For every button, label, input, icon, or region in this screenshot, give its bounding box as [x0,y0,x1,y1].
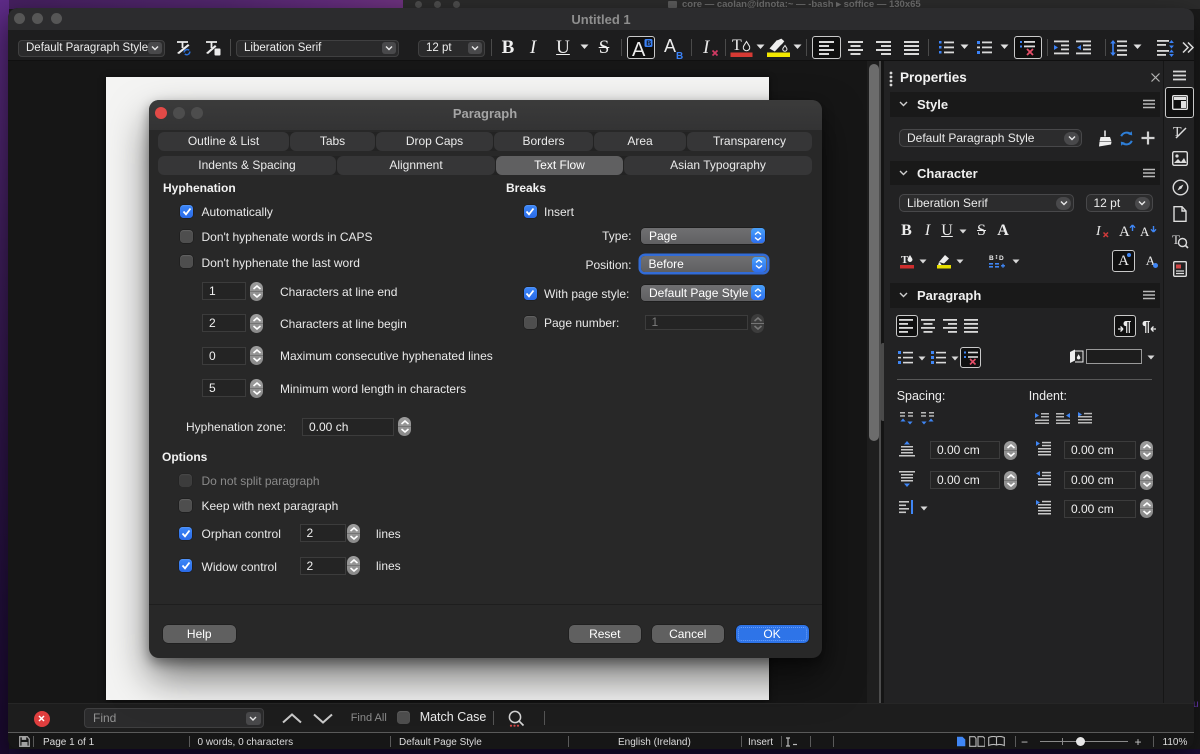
svg-text:B: B [646,40,651,47]
svg-text:I: I [1095,224,1102,239]
svg-text:T: T [732,37,742,54]
svg-text:A: A [664,36,676,56]
svg-text:A: A [1119,224,1130,239]
svg-text:¶: ¶ [1123,318,1131,334]
svg-text:B: B [676,51,683,60]
svg-text:I: I [702,38,711,58]
svg-text:¶: ¶ [1142,318,1150,334]
svg-text:B: B [989,255,994,262]
svg-text:D: D [999,255,1004,262]
svg-text:A: A [1140,224,1150,239]
svg-text:A: A [632,39,646,59]
